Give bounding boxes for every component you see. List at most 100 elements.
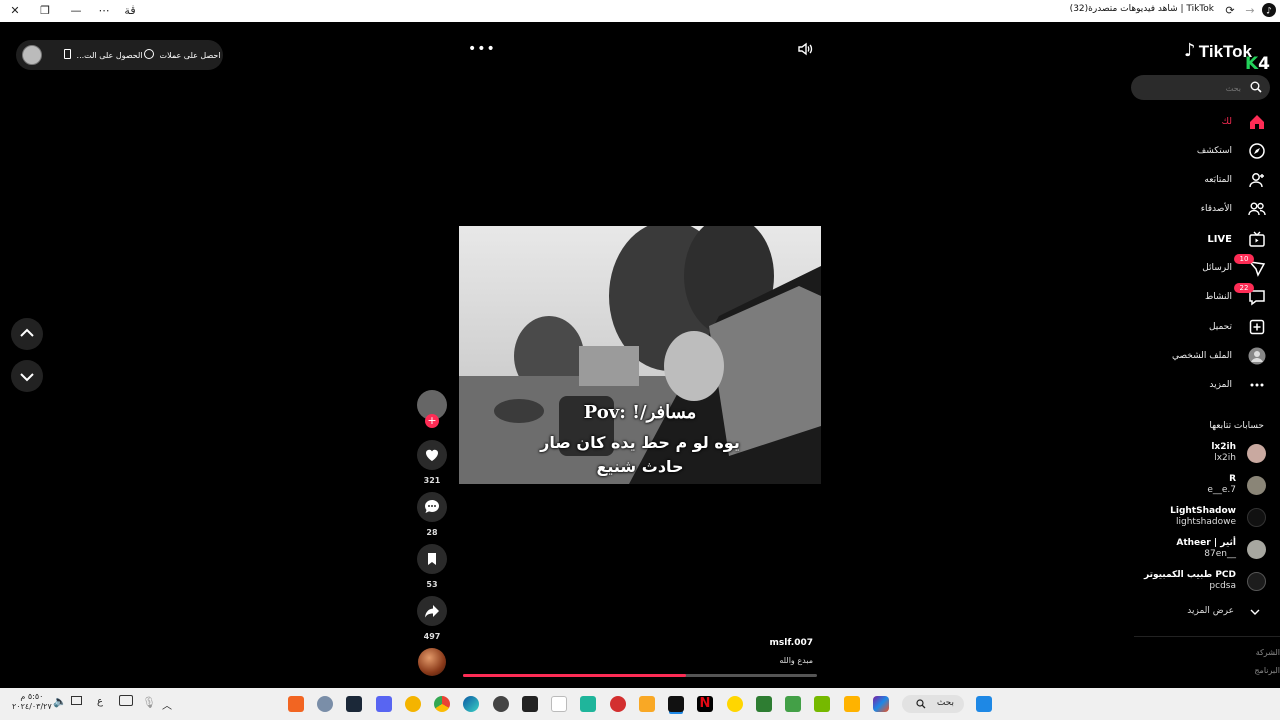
video-text-overlay: مسافر/! :Pov [583,402,697,423]
footer-link-program[interactable]: البرنامج [1254,666,1280,675]
settings-gear-icon[interactable] [317,696,333,712]
app-circle-icon[interactable] [493,696,509,712]
user-avatar[interactable] [22,45,42,65]
top-actions-pill: الحصول على الت... احصل على عملات [16,40,223,70]
account-avatar [1247,508,1266,527]
snapchat-icon[interactable] [727,696,743,712]
windows-start-icon[interactable] [976,696,992,712]
following-account[interactable]: Atheer | أثير 87en__ [1116,536,1266,564]
follow-plus-icon[interactable]: + [425,414,439,428]
chrome-icon[interactable] [434,696,450,712]
video-text-overlay: يوه لو م حط يده كان صار حادث شنيع [540,433,740,476]
account-avatar [1247,572,1266,591]
sidebar-item-live[interactable]: LIVE [1126,229,1266,251]
more-options-icon[interactable]: ••• [468,41,496,57]
messages-badge: 10 [1234,254,1254,264]
phone-icon [64,49,71,59]
window-menu-button[interactable]: ⋯ [96,3,112,19]
play-icon[interactable] [785,696,801,712]
previous-video-button[interactable] [11,318,43,350]
video-caption: مبدع والله [779,656,813,665]
following-account[interactable]: R e__e.7 [1116,472,1266,500]
chevron-down-icon [1250,609,1260,615]
get-app-button[interactable]: الحصول على الت... [64,49,143,60]
netflix-icon[interactable]: N [697,696,713,712]
speaker-icon[interactable]: 🔈 [53,695,67,708]
restore-window-button[interactable]: ❐ [37,3,53,19]
sidebar-item-messages[interactable]: الرسائل 10 [1126,254,1266,280]
discord-icon[interactable] [376,696,392,712]
get-coins-button[interactable]: احصل على عملات [144,49,221,60]
back-icon[interactable]: → [1242,3,1258,19]
keyboard-icon[interactable] [119,695,133,706]
close-window-button[interactable]: ✕ [7,3,23,19]
sidebar-item-friends[interactable]: الأصدقاء [1126,199,1266,221]
taskbar-search[interactable]: بحث [902,695,964,713]
compass-icon [1249,143,1265,159]
following-account[interactable]: طبيب الكمبيوتر PCD pcdsa [1116,568,1266,596]
minimize-window-button[interactable]: — [68,3,84,19]
footer-link-company[interactable]: الشركة [1256,648,1280,657]
svg-text:♪: ♪ [1266,7,1272,17]
sidebar-item-upload[interactable]: تحميل [1126,317,1266,339]
share-count: 497 [423,632,441,641]
video-player[interactable]: مسافر/! :Pov يوه لو م حط يده كان صار حاد… [459,226,821,484]
search-input[interactable] [1139,79,1243,97]
share-button[interactable] [417,596,447,626]
volume-icon[interactable] [796,40,814,58]
music-disc-icon[interactable] [418,648,446,676]
language-indicator[interactable]: ع [97,696,103,707]
folder-icon[interactable] [844,696,860,712]
nvidia-icon[interactable] [814,696,830,712]
sidebar-item-following[interactable]: المتابَعه [1126,170,1266,192]
save-button[interactable] [417,544,447,574]
tiktok-note-icon: ♪ [1184,40,1196,61]
account-avatar [1247,444,1266,463]
sidebar-item-for-you[interactable]: لك [1126,112,1266,134]
profile-avatar [1248,347,1266,365]
sidebar-item-explore[interactable]: استكشف [1126,141,1266,163]
comment-button[interactable] [417,492,447,522]
search-icon[interactable] [1250,81,1262,93]
comment-count: 28 [426,528,438,537]
user-plus-icon [1249,173,1264,188]
refresh-icon[interactable]: ⟳ [1222,3,1238,19]
microphone-icon[interactable]: 🎙 [142,696,156,709]
steam-icon[interactable] [346,696,362,712]
taskbar-clock[interactable]: ٥:٥٠ م ٢٠٢٤/٠٣/٢٧ [12,692,52,712]
following-account[interactable]: LightShadow lightshadowe [1116,504,1266,532]
app-red-icon[interactable] [610,696,626,712]
app-a-icon[interactable] [288,696,304,712]
tiktok-logo[interactable]: ♪ TikTok K4 [1182,40,1270,74]
tiktok-favicon-icon: ♪ [1261,3,1277,19]
file-icon[interactable] [551,696,567,712]
comment-icon [424,499,439,513]
video-progress-bar[interactable] [463,674,817,677]
capcut-icon[interactable] [522,696,538,712]
see-more-button[interactable]: عرض المزيد [1126,604,1266,620]
next-video-button[interactable] [11,360,43,392]
app-teal-icon[interactable] [580,696,596,712]
sidebar-item-profile[interactable]: الملف الشخصي [1126,346,1266,368]
following-account[interactable]: lx2ih lx2ih [1116,440,1266,468]
sidebar-item-more[interactable]: المزيد [1126,375,1266,397]
search-bar [1131,75,1270,100]
chat-bubble-icon[interactable] [405,696,421,712]
tray-chevron-up-icon[interactable]: ︿ [162,697,172,712]
chevron-up-icon [20,328,34,337]
window-title: TikTok | شاهد فيديوهات متصدرة(32) [1069,4,1214,14]
like-button[interactable] [417,440,447,470]
activity-badge: 22 [1234,283,1254,293]
heart-icon [425,449,439,461]
video-author[interactable]: mslf.007 [770,638,813,648]
excel-icon[interactable] [756,696,772,712]
video-progress-fill [463,674,687,677]
extension-button[interactable]: ڤة [121,3,139,19]
tiktok-taskbar-icon[interactable] [668,696,684,712]
copilot-icon[interactable] [873,696,889,712]
display-icon[interactable] [71,696,82,705]
edge-icon[interactable] [463,696,479,712]
app-yellow-icon[interactable] [639,696,655,712]
like-count: 321 [423,476,441,485]
sidebar-item-activity[interactable]: النشاط 22 [1126,283,1266,309]
